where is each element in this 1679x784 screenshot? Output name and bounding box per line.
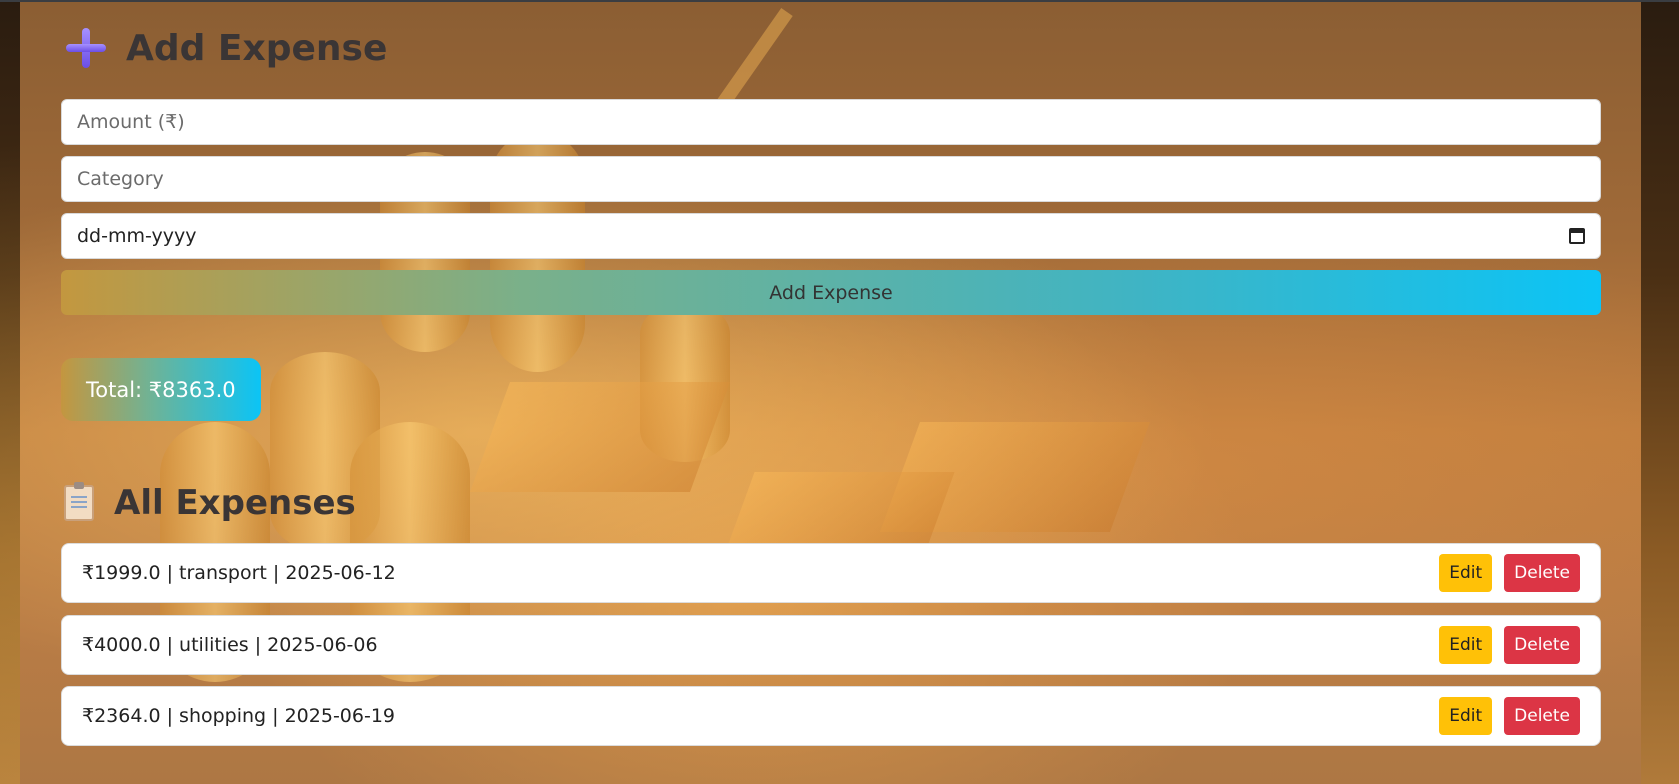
row-actions: Edit Delete bbox=[1439, 626, 1580, 664]
all-expenses-heading: All Expenses bbox=[64, 475, 356, 531]
expense-row: ₹2364.0 | shopping | 2025-06-19 Edit Del… bbox=[61, 686, 1601, 746]
plus-icon bbox=[64, 26, 108, 70]
expense-text: ₹2364.0 | shopping | 2025-06-19 bbox=[82, 705, 396, 727]
delete-button[interactable]: Delete bbox=[1504, 697, 1580, 735]
edit-button[interactable]: Edit bbox=[1439, 626, 1493, 664]
date-input[interactable]: dd-mm-yyyy bbox=[61, 213, 1601, 259]
edit-button[interactable]: Edit bbox=[1439, 697, 1493, 735]
expense-text: ₹4000.0 | utilities | 2025-06-06 bbox=[82, 634, 378, 656]
row-actions: Edit Delete bbox=[1439, 554, 1580, 592]
background-gold-bar bbox=[469, 382, 731, 492]
delete-button[interactable]: Delete bbox=[1504, 554, 1580, 592]
amount-input[interactable] bbox=[61, 99, 1601, 145]
calendar-icon[interactable] bbox=[1569, 228, 1585, 244]
category-input[interactable] bbox=[61, 156, 1601, 202]
all-expenses-title: All Expenses bbox=[114, 483, 356, 523]
expense-row: ₹4000.0 | utilities | 2025-06-06 Edit De… bbox=[61, 615, 1601, 675]
add-expense-title: Add Expense bbox=[126, 27, 388, 69]
add-expense-heading: Add Expense bbox=[64, 20, 387, 76]
total-amount: Total: ₹8363.0 bbox=[86, 377, 236, 402]
expense-text: ₹1999.0 | transport | 2025-06-12 bbox=[82, 562, 396, 584]
row-actions: Edit Delete bbox=[1439, 697, 1580, 735]
background-gold-bar bbox=[725, 472, 955, 552]
add-expense-button[interactable]: Add Expense bbox=[61, 270, 1601, 315]
total-badge: Total: ₹8363.0 bbox=[61, 358, 261, 421]
expense-row: ₹1999.0 | transport | 2025-06-12 Edit De… bbox=[61, 543, 1601, 603]
delete-button[interactable]: Delete bbox=[1504, 626, 1580, 664]
edit-button[interactable]: Edit bbox=[1439, 554, 1493, 592]
date-placeholder: dd-mm-yyyy bbox=[77, 225, 197, 247]
clipboard-icon bbox=[64, 482, 94, 521]
